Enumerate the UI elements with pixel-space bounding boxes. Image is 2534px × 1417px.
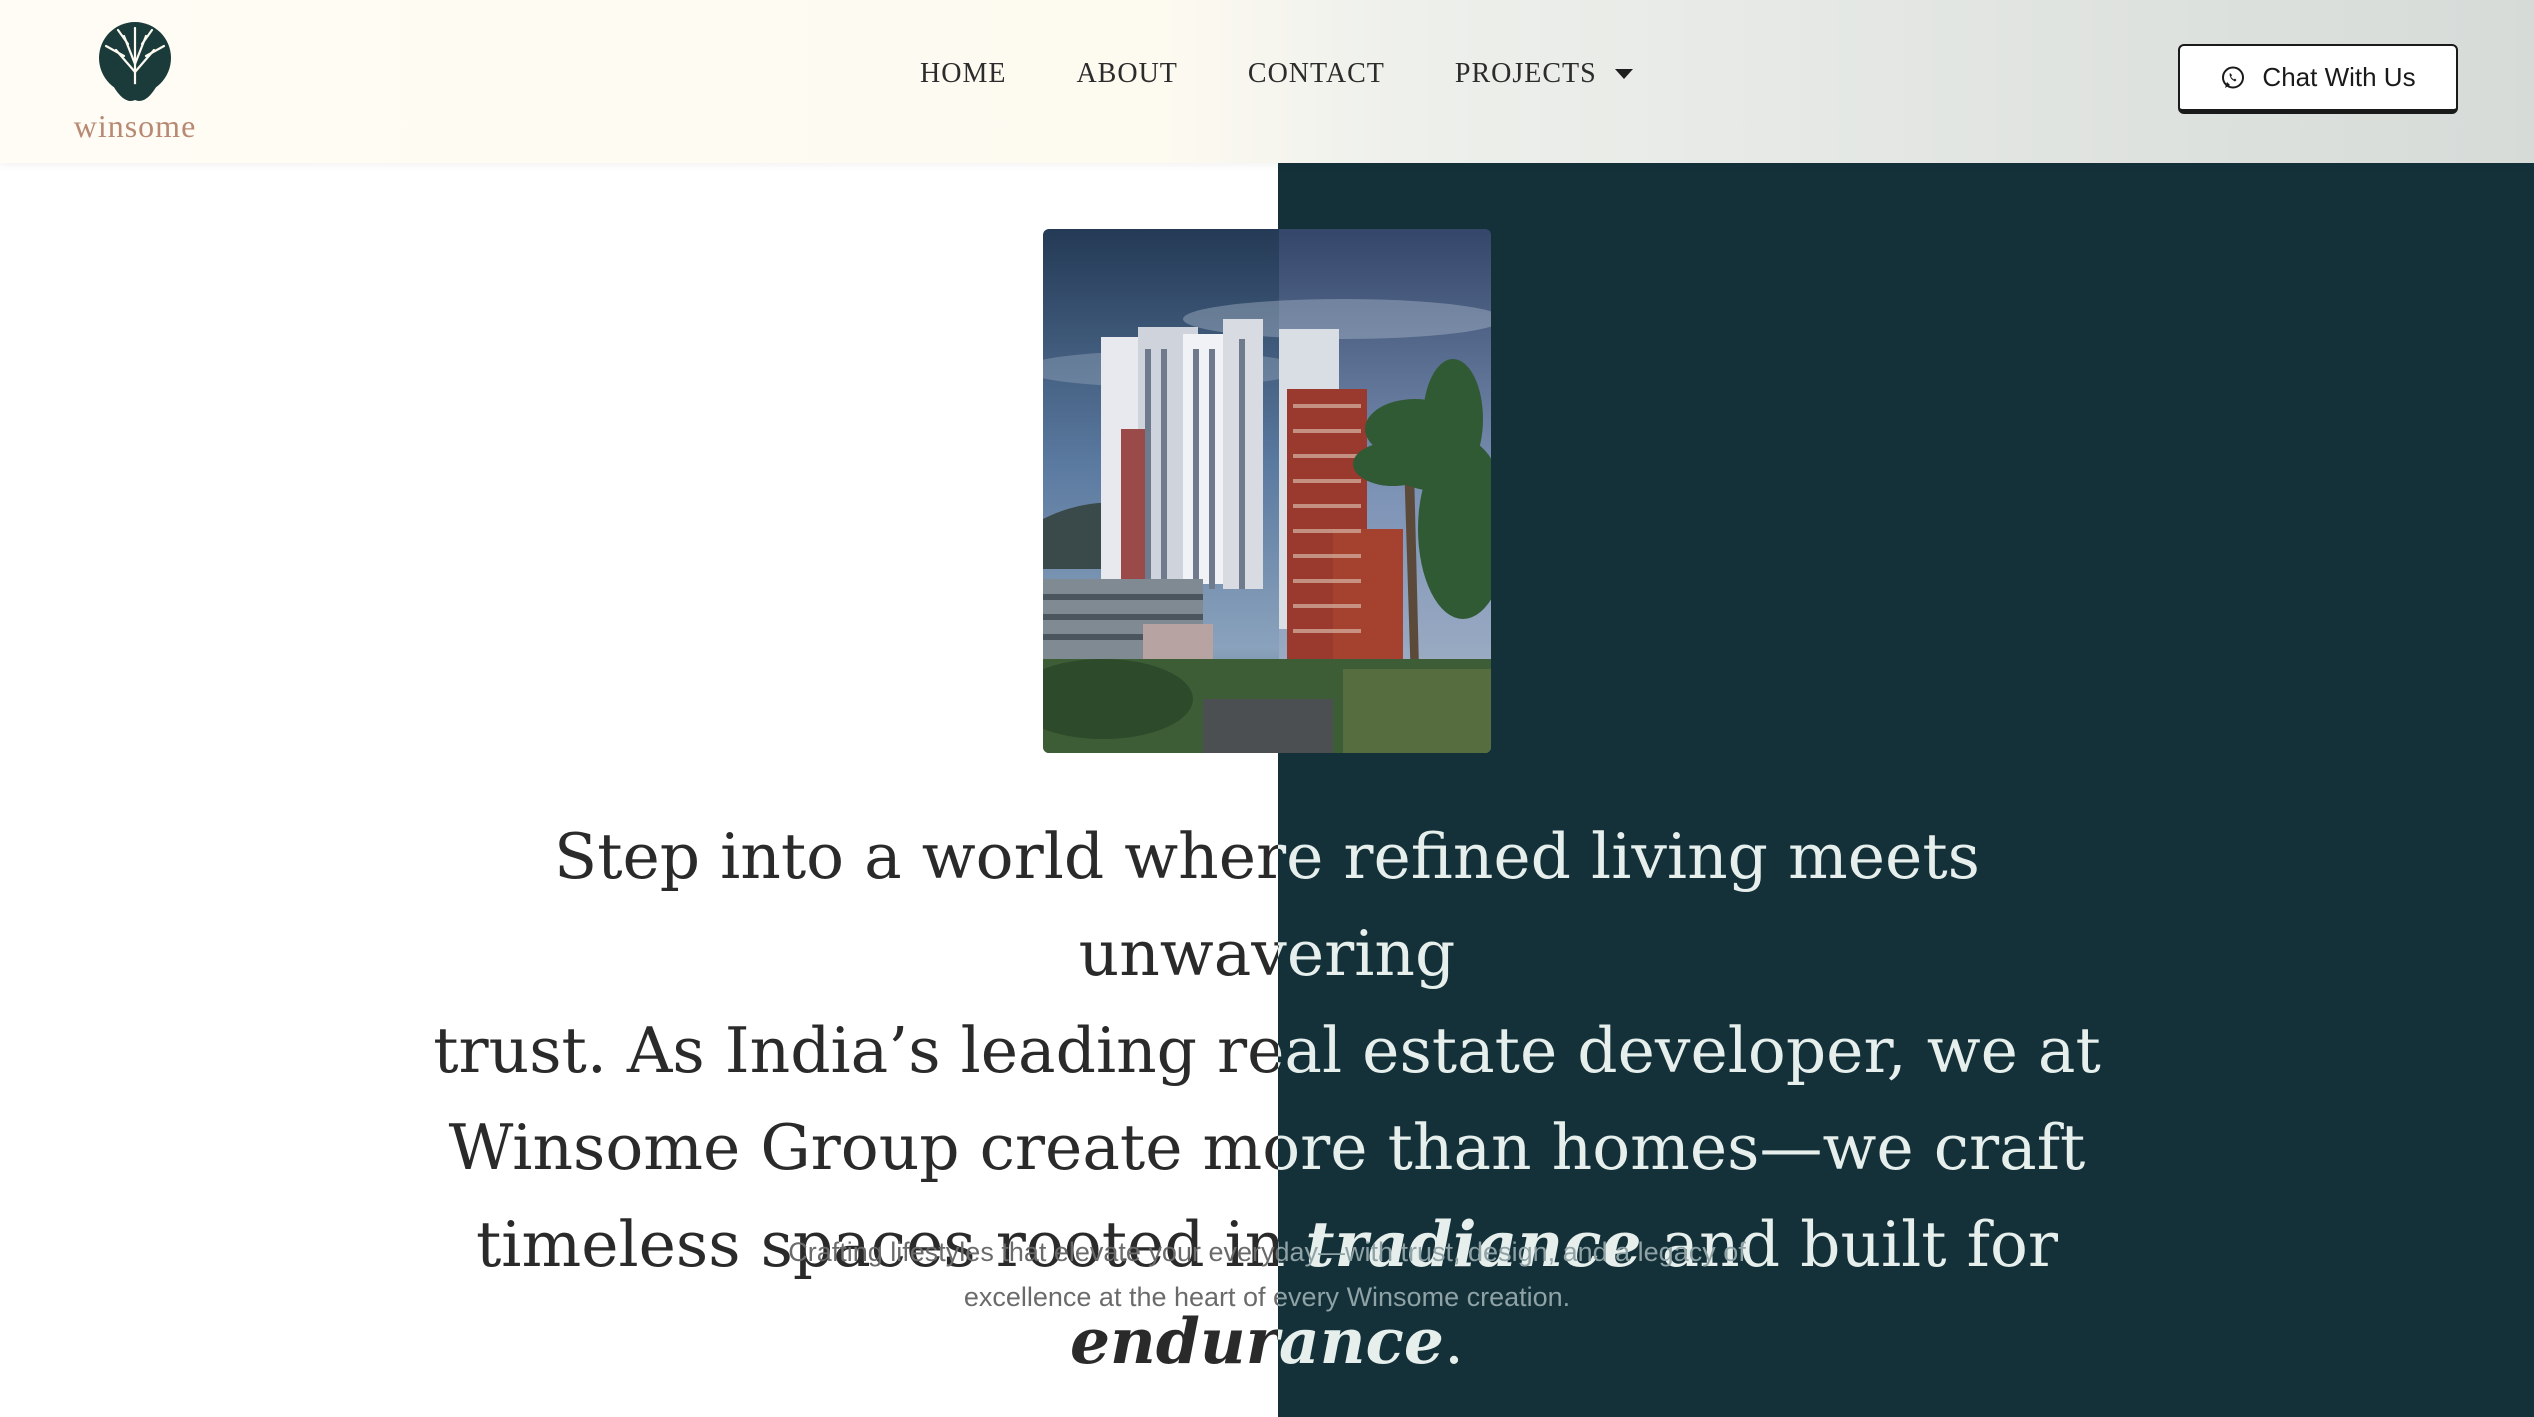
tree-icon: [99, 22, 171, 101]
building-image: [1043, 229, 1491, 753]
hero-subtext: Crafting lifestyles that elevate your ev…: [767, 1230, 1767, 1320]
brand-name: winsome: [73, 108, 197, 144]
headline-line-3: Winsome Group create more than homes—we …: [448, 1111, 2086, 1184]
brand-logo[interactable]: winsome: [70, 20, 200, 145]
nav-home[interactable]: HOME: [920, 58, 1006, 90]
main-nav: HOME ABOUT CONTACT PROJECTS: [920, 58, 1633, 90]
headline-line-2: trust. As India’s leading real estate de…: [433, 1014, 2101, 1087]
site-header: winsome HOME ABOUT CONTACT PROJECTS Chat…: [0, 0, 2534, 163]
headline-line-1: Step into a world where refined living m…: [554, 820, 1980, 990]
subtext-line-2: excellence at the heart of every Winsome…: [963, 1282, 1571, 1312]
chevron-down-icon[interactable]: [1614, 69, 1633, 79]
nav-about[interactable]: ABOUT: [1076, 58, 1177, 90]
nav-projects[interactable]: PROJECTS: [1455, 58, 1633, 90]
chat-with-us-button[interactable]: Chat With Us: [2178, 44, 2458, 114]
nav-contact[interactable]: CONTACT: [1248, 58, 1385, 90]
chat-button-label: Chat With Us: [2262, 62, 2416, 92]
nav-projects-label: PROJECTS: [1454, 58, 1597, 89]
subtext-line-1: Crafting lifestyles that elevate your ev…: [788, 1237, 1746, 1267]
whatsapp-icon: [2222, 66, 2245, 88]
